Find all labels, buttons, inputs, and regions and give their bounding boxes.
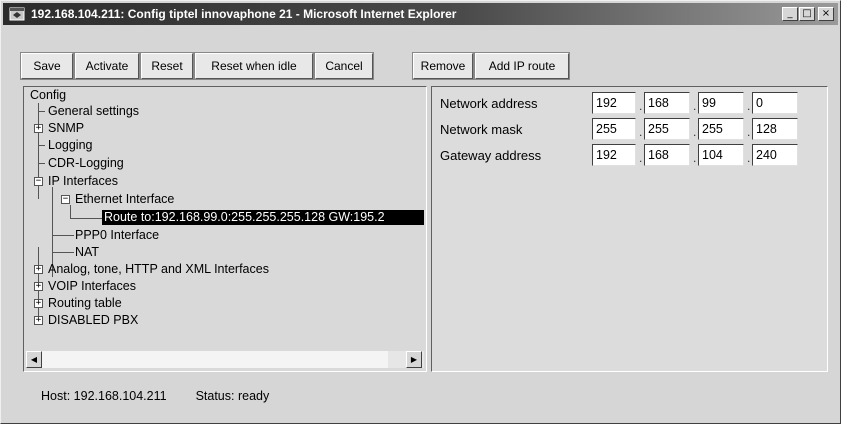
reset-when-idle-button[interactable]: Reset when idle xyxy=(194,52,314,80)
save-button[interactable]: Save xyxy=(20,52,74,80)
tree-node-ethernet-interface[interactable]: Ethernet Interface xyxy=(75,192,174,207)
expand-icon[interactable]: + xyxy=(34,124,43,133)
expand-icon[interactable]: + xyxy=(34,316,43,325)
close-button[interactable]: × xyxy=(818,7,834,21)
expand-icon[interactable]: + xyxy=(34,265,43,274)
tree-node-nat[interactable]: NAT xyxy=(75,245,99,260)
config-tree[interactable]: Config General settings + SNMP Logging C… xyxy=(23,86,427,372)
scroll-left-icon[interactable]: ◀ xyxy=(26,351,42,368)
tree-node-cdr-logging[interactable]: CDR-Logging xyxy=(48,156,124,171)
tree-node-voip-interfaces[interactable]: VOIP Interfaces xyxy=(48,279,136,294)
tree-connector xyxy=(52,235,74,236)
host-label: Host: xyxy=(41,389,71,403)
tree-node-ip-interfaces[interactable]: IP Interfaces xyxy=(48,174,118,189)
scroll-right-icon[interactable]: ▶ xyxy=(406,351,422,368)
horizontal-scrollbar[interactable]: ◀ ▶ xyxy=(26,351,424,368)
octet-separator: . xyxy=(639,125,643,139)
browser-window: 192.168.104.211: Config tiptel innovapho… xyxy=(0,0,841,424)
minimize-icon: _ xyxy=(787,8,793,19)
tree-node-ppp0-interface[interactable]: PPP0 Interface xyxy=(75,228,159,243)
minimize-button[interactable]: _ xyxy=(782,7,798,21)
tree-node-route[interactable]: Route to:192.168.99.0:255.255.255.128 GW… xyxy=(102,210,424,225)
network-address-octet-4[interactable]: 0 xyxy=(752,92,798,114)
gateway-address-octet-3[interactable]: 104 xyxy=(698,144,744,166)
host-value: 192.168.104.211 xyxy=(73,389,167,403)
tree-node-routing-table[interactable]: Routing table xyxy=(48,296,122,311)
network-mask-octet-2[interactable]: 255 xyxy=(644,118,690,140)
status-label: Status: xyxy=(195,389,235,403)
route-form: Network address 192 . 168 . 99 . 0 Netwo… xyxy=(431,86,828,372)
maximize-button[interactable]: □ xyxy=(799,7,815,21)
octet-separator: . xyxy=(639,99,643,113)
octet-separator: . xyxy=(693,125,697,139)
ie-window-icon xyxy=(9,7,25,21)
status-value: ready xyxy=(237,389,270,403)
network-mask-octet-3[interactable]: 255 xyxy=(698,118,744,140)
octet-separator: . xyxy=(693,151,697,165)
tree-connector xyxy=(70,205,71,218)
tree-connector xyxy=(38,163,45,164)
tree-node-snmp[interactable]: SNMP xyxy=(48,121,84,136)
add-ip-route-button[interactable]: Add IP route xyxy=(474,52,570,80)
tree-connector xyxy=(70,218,102,219)
activate-button[interactable]: Activate xyxy=(74,52,140,80)
expand-icon[interactable]: + xyxy=(34,282,43,291)
octet-separator: . xyxy=(747,151,751,165)
tree-node-general-settings[interactable]: General settings xyxy=(48,104,139,119)
window-title: 192.168.104.211: Config tiptel innovapho… xyxy=(31,7,457,21)
close-icon: × xyxy=(821,8,831,19)
tree-connector xyxy=(38,111,45,112)
tree-node-disabled-pbx[interactable]: DISABLED PBX xyxy=(48,313,138,328)
network-address-octet-3[interactable]: 99 xyxy=(698,92,744,114)
collapse-icon[interactable]: − xyxy=(34,177,43,186)
gateway-address-octet-4[interactable]: 240 xyxy=(752,144,798,166)
expand-icon[interactable]: + xyxy=(34,299,43,308)
octet-separator: . xyxy=(747,125,751,139)
scroll-thumb[interactable] xyxy=(42,351,388,368)
reset-button[interactable]: Reset xyxy=(140,52,194,80)
remove-button[interactable]: Remove xyxy=(412,52,474,80)
status-bar: Host: 192.168.104.211 Status: ready xyxy=(41,389,269,403)
gateway-address-octet-2[interactable]: 168 xyxy=(644,144,690,166)
network-mask-octet-4[interactable]: 128 xyxy=(752,118,798,140)
gateway-address-label: Gateway address xyxy=(440,148,542,163)
cancel-button[interactable]: Cancel xyxy=(314,52,374,80)
collapse-icon[interactable]: − xyxy=(61,195,70,204)
network-mask-octet-1[interactable]: 255 xyxy=(592,118,636,140)
tree-node-logging[interactable]: Logging xyxy=(48,138,93,153)
maximize-icon: □ xyxy=(802,8,812,19)
octet-separator: . xyxy=(639,151,643,165)
tree-node-analog-interfaces[interactable]: Analog, tone, HTTP and XML Interfaces xyxy=(48,262,269,277)
octet-separator: . xyxy=(693,99,697,113)
network-address-label: Network address xyxy=(440,96,538,111)
tree-connector xyxy=(52,252,74,253)
tree-connector xyxy=(38,145,45,146)
octet-separator: . xyxy=(747,99,751,113)
tree-node-config[interactable]: Config xyxy=(30,88,66,103)
title-bar[interactable]: 192.168.104.211: Config tiptel innovapho… xyxy=(3,3,838,25)
network-address-octet-2[interactable]: 168 xyxy=(644,92,690,114)
network-address-octet-1[interactable]: 192 xyxy=(592,92,636,114)
gateway-address-octet-1[interactable]: 192 xyxy=(592,144,636,166)
network-mask-label: Network mask xyxy=(440,122,523,137)
